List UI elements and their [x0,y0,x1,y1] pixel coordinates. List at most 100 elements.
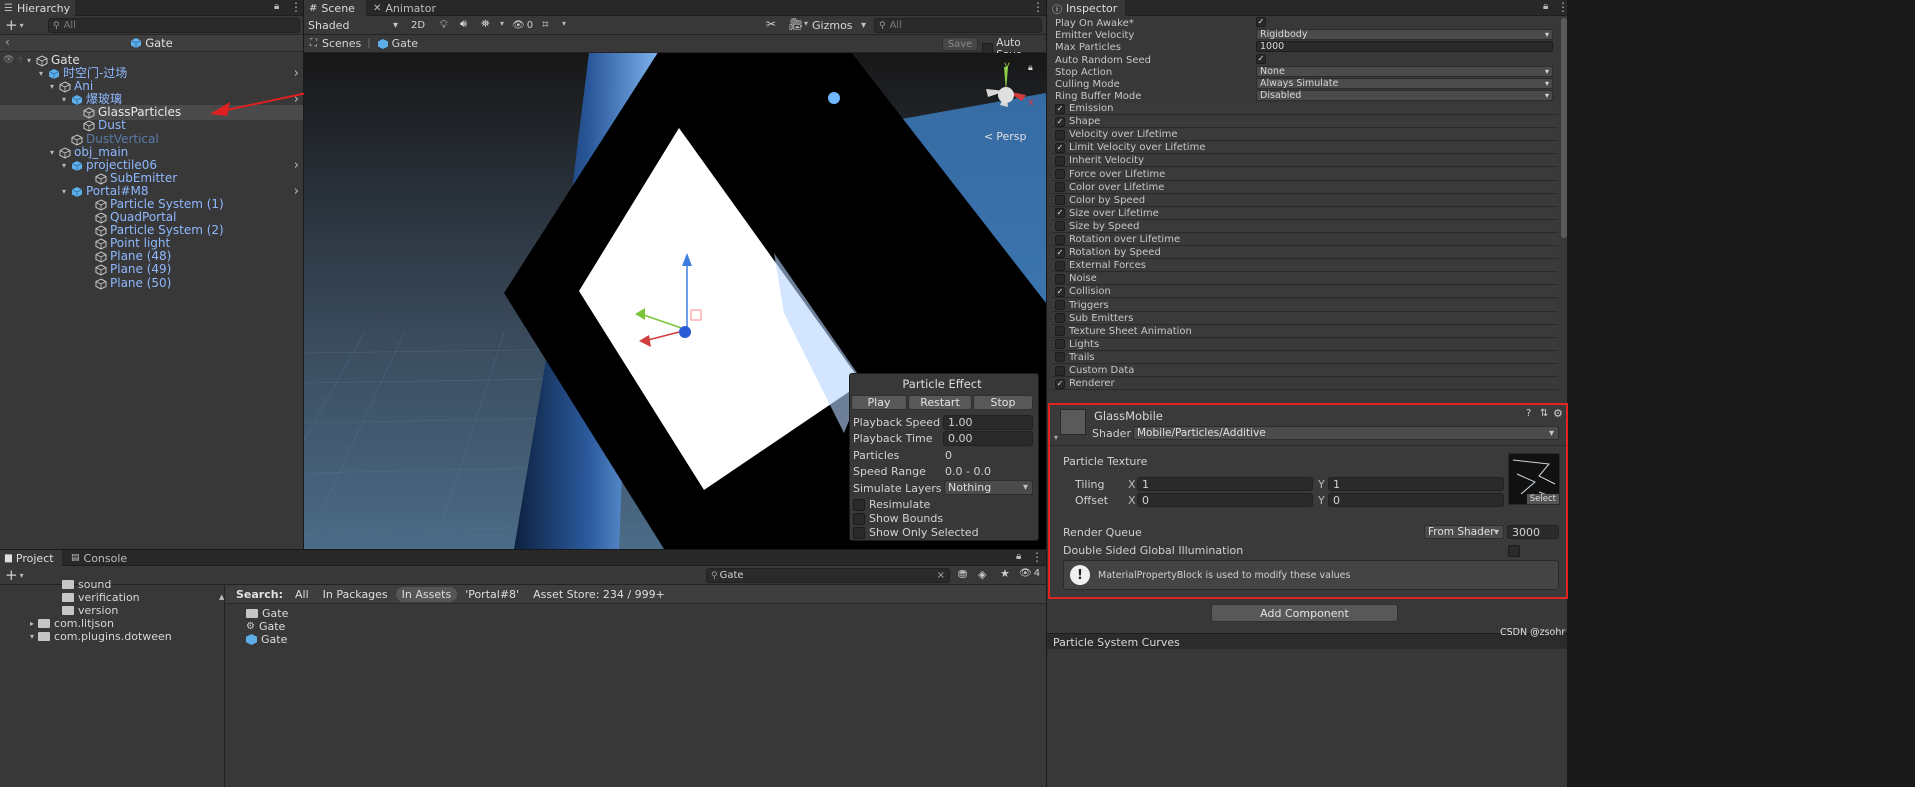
resimulate-checkbox[interactable] [853,498,865,511]
project-folder-item[interactable]: version [62,604,118,617]
module-checkbox[interactable] [1055,155,1065,166]
hierarchy-search-input[interactable]: ⚲ All [48,18,300,33]
double-sided-gi-checkbox[interactable] [1508,545,1520,557]
texture-slot[interactable]: Select [1508,453,1560,505]
inspector-prop-dropdown[interactable]: ▾ Disabled [1256,90,1553,101]
preset-icon[interactable]: ⇅ [1540,408,1548,419]
playback-time-field[interactable]: 0.00 [943,431,1033,446]
restart-button[interactable]: Restart [908,395,972,410]
module-checkbox[interactable]: ✓ [1055,142,1065,153]
render-queue-field[interactable]: 3000 [1507,525,1559,539]
module-header[interactable]: Color over Lifetime [1052,181,1558,194]
back-icon[interactable]: ‹ [5,35,10,49]
module-checkbox[interactable] [1055,339,1065,350]
offset-x-field[interactable]: 0 [1137,493,1313,507]
add-icon[interactable]: + [5,16,18,34]
module-header[interactable]: ✓ Rotation by Speed [1052,247,1558,260]
scene-viewport[interactable]: y x 🔒︎ < Persp [304,53,1046,549]
project-folder-item[interactable]: verification [62,591,140,604]
gizmos-dropdown[interactable]: Gizmos [812,17,870,34]
lighting-icon[interactable]: 💡︎ [440,18,448,32]
project-search-input[interactable]: ⚲ Gate × [706,568,950,583]
module-checkbox[interactable] [1055,300,1065,310]
more-menu-icon[interactable]: ⋮ [1032,0,1044,14]
project-tree-scrollbar[interactable]: ▲ [219,588,224,787]
resimulate-toggle[interactable]: Resimulate [853,497,930,512]
save-button[interactable]: Save [942,37,978,51]
tab-animator[interactable]: ✕ Animator [368,0,438,16]
module-header[interactable]: ✓ Shape [1052,116,1558,129]
shader-dropdown[interactable]: Mobile/Particles/Additive [1133,426,1559,440]
module-header[interactable]: Color by Speed [1052,194,1558,207]
hidden-packages-toggle[interactable]: 👁︎ 4 [1019,568,1040,579]
module-header[interactable]: ✓ Emission [1052,103,1558,115]
module-checkbox[interactable]: ✓ [1055,378,1065,389]
render-queue-dropdown[interactable]: From Shader [1424,525,1504,539]
module-header[interactable]: Lights [1052,338,1558,351]
tab-project[interactable]: ▆ Project [0,550,62,566]
module-checkbox[interactable] [1055,365,1065,376]
module-checkbox[interactable]: ✓ [1055,286,1065,297]
show-only-selected-checkbox[interactable] [853,526,865,539]
grid-snap-icon[interactable]: ⌗ [542,17,549,32]
project-folder-item[interactable]: ▸ com.litjson [30,617,114,630]
hierarchy-item[interactable]: Dust [0,118,303,133]
chevron-down-icon[interactable]: ▾ [500,19,504,28]
module-checkbox[interactable] [1055,313,1065,324]
lock-icon[interactable]: 🔒︎ [1028,63,1033,73]
playback-speed-field[interactable]: 1.00 [943,415,1033,430]
show-only-selected-toggle[interactable]: Show Only Selected [853,525,979,540]
search-scope-chip[interactable]: In Assets [395,586,458,602]
show-bounds-checkbox[interactable] [853,512,865,525]
add-component-button[interactable]: Add Component [1211,604,1398,622]
module-checkbox[interactable] [1055,182,1065,193]
module-header[interactable]: ✓ Collision [1052,286,1558,299]
search-result-item[interactable]: Gate [246,607,288,620]
chevron-down-icon[interactable]: ▾ [562,19,566,28]
module-checkbox[interactable]: ✓ [1055,208,1065,219]
search-scope-chip[interactable]: 'Portal#8' [459,587,525,602]
module-header[interactable]: Sub Emitters [1052,312,1558,325]
lock-icon[interactable]: 🔒︎ [274,1,279,12]
inspector-prop-dropdown[interactable]: ▾ None [1256,66,1553,77]
toggle-2d-button[interactable]: 2D [408,18,428,33]
module-header[interactable]: Noise [1052,273,1558,286]
scroll-up-icon[interactable]: ▲ [219,593,224,601]
hierarchy-item[interactable]: Plane (50) [0,276,303,291]
hidden-objects-toggle[interactable]: 👁︎ 0 [512,18,533,33]
more-menu-icon[interactable]: ⋮ [290,0,302,14]
module-header[interactable]: Inherit Velocity [1052,155,1558,168]
module-header[interactable]: Force over Lifetime [1052,168,1558,181]
chevron-down-icon[interactable]: ▾ [804,19,808,28]
module-checkbox[interactable] [1055,129,1065,140]
gear-icon[interactable]: ⚙ [1553,407,1563,420]
inspector-prop-checkbox[interactable]: ✓ [1256,17,1266,27]
module-header[interactable]: ✓ Limit Velocity over Lifetime [1052,142,1558,155]
module-checkbox[interactable] [1055,195,1065,206]
expand-toggle-icon[interactable]: ▾ [30,632,34,641]
projection-toggle[interactable]: < Persp [984,130,1026,143]
simulate-layers-dropdown[interactable]: Nothing [944,480,1033,495]
tab-scene[interactable]: # Scene [304,0,366,16]
transform-gizmo[interactable] [629,248,709,348]
module-header[interactable]: Rotation over Lifetime [1052,234,1558,246]
search-scope-chip[interactable]: Asset Store: 234 / 999+ [527,587,671,602]
module-header[interactable]: External Forces [1052,260,1558,273]
module-checkbox[interactable] [1055,260,1065,271]
module-checkbox[interactable]: ✓ [1055,116,1065,127]
module-checkbox[interactable] [1055,326,1065,337]
chevron-down-icon[interactable]: ▾ [20,571,24,580]
module-checkbox[interactable]: ✓ [1055,103,1065,114]
breadcrumb-gate[interactable]: Gate [392,37,418,50]
lock-icon[interactable]: 🔒︎ [1016,551,1021,562]
inspector-prop-field[interactable]: 1000 [1256,41,1553,52]
module-header[interactable]: ✓ Size over Lifetime [1052,207,1558,220]
texture-select-button[interactable]: Select [1526,494,1559,504]
chevron-down-icon[interactable]: ▾ [20,21,24,30]
curves-section-header[interactable]: Particle System Curves [1047,633,1567,649]
tab-inspector[interactable]: ⓘ Inspector [1047,0,1125,16]
tiling-y-field[interactable]: 1 [1328,477,1504,491]
module-checkbox[interactable]: ✓ [1055,247,1065,258]
project-folder-item[interactable]: ▾ com.plugins.dotween [30,630,172,643]
inspector-prop-dropdown[interactable]: ▾ Always Simulate [1256,78,1553,89]
